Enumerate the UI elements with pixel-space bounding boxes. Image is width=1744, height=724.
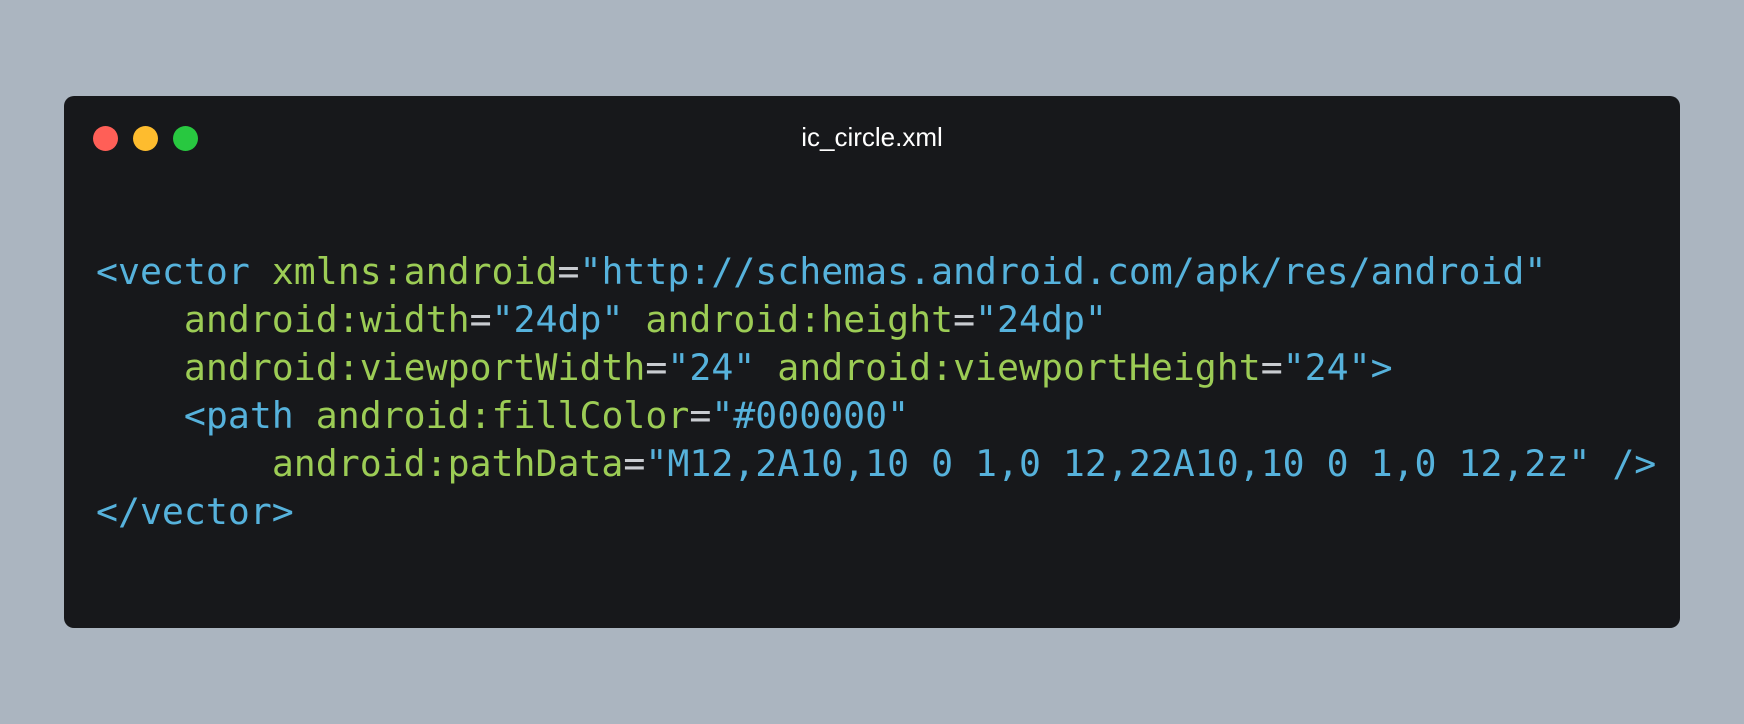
- code-string: "M12,2A10,10 0 1,0 12,22A10,10 0 1,0 12,…: [645, 442, 1591, 485]
- code-attribute: android:viewportHeight: [777, 346, 1261, 389]
- code-punctuation: =: [469, 298, 492, 341]
- code-line: </vector>: [96, 488, 1656, 536]
- window-titlebar: ic_circle.xml: [64, 96, 1680, 180]
- code-punctuation: =: [645, 346, 668, 389]
- code-attribute: android:width: [183, 298, 470, 341]
- code-punctuation: =: [557, 250, 580, 293]
- code-string: "http://schemas.android.com/apk/res/andr…: [579, 250, 1547, 293]
- code-block: <vector xmlns:android="http://schemas.an…: [96, 248, 1656, 536]
- code-string: "24": [667, 346, 756, 389]
- window-title: ic_circle.xml: [801, 122, 943, 152]
- code-tag: <vector: [96, 250, 250, 293]
- code-punctuation: [623, 298, 645, 341]
- code-tag: />: [1612, 442, 1657, 485]
- code-tag: </vector>: [96, 490, 294, 533]
- code-tag: >: [1370, 346, 1393, 389]
- code-punctuation: =: [1260, 346, 1283, 389]
- code-tag: <path: [183, 394, 294, 437]
- code-punctuation: =: [623, 442, 646, 485]
- code-string: "#000000": [711, 394, 910, 437]
- code-line: android:pathData="M12,2A10,10 0 1,0 12,2…: [96, 440, 1656, 488]
- code-attribute: android:viewportWidth: [183, 346, 646, 389]
- code-punctuation: [250, 250, 272, 293]
- code-window: ic_circle.xml <vector xmlns:android="htt…: [64, 96, 1680, 628]
- code-attribute: xmlns:android: [271, 250, 558, 293]
- code-punctuation: [294, 394, 316, 437]
- code-line: android:viewportWidth="24" android:viewp…: [96, 344, 1656, 392]
- code-attribute: android:pathData: [271, 442, 624, 485]
- code-punctuation: =: [689, 394, 712, 437]
- code-punctuation: =: [953, 298, 976, 341]
- code-string: "24dp": [491, 298, 624, 341]
- code-line: android:width="24dp" android:height="24d…: [96, 296, 1656, 344]
- code-line: <path android:fillColor="#000000": [96, 392, 1656, 440]
- code-string: "24dp": [975, 298, 1107, 341]
- code-attribute: android:fillColor: [315, 394, 690, 437]
- code-punctuation: [1590, 442, 1612, 485]
- code-attribute: android:height: [645, 298, 954, 341]
- code-line: <vector xmlns:android="http://schemas.an…: [96, 248, 1656, 296]
- code-string: "24": [1282, 346, 1371, 389]
- code-punctuation: [755, 346, 777, 389]
